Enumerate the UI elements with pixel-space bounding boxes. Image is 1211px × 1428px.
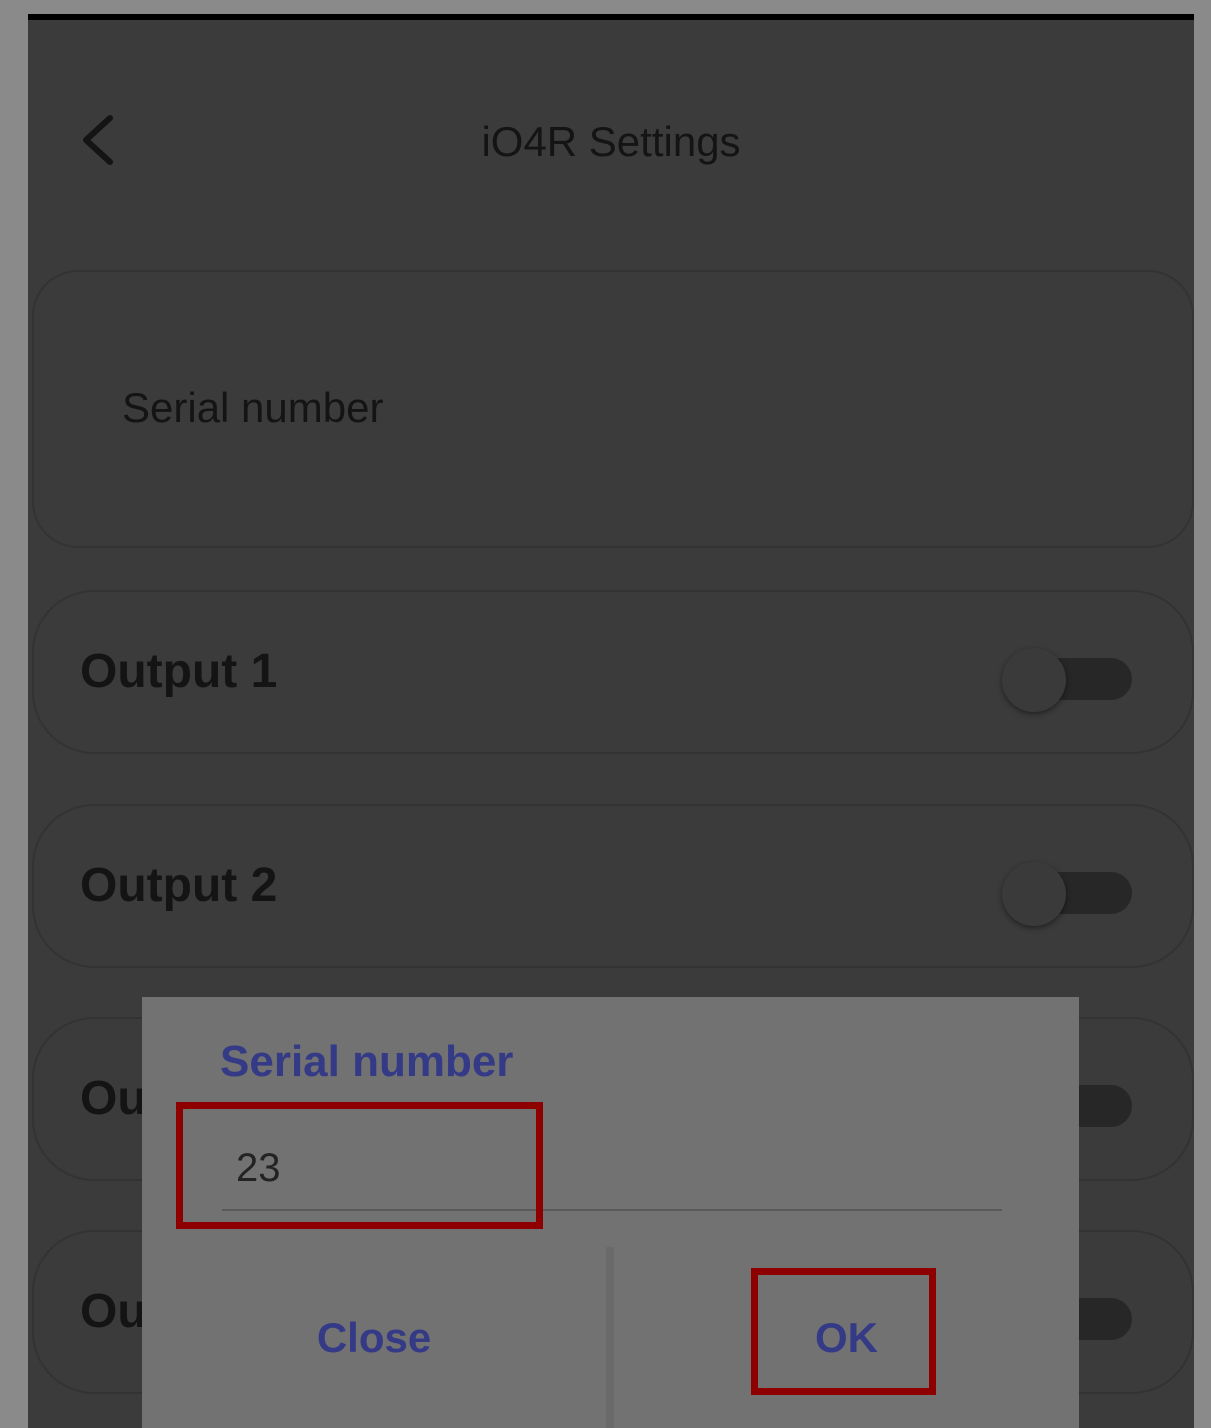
output-2-row: Output 2 xyxy=(32,804,1194,968)
output-2-label: Output 2 xyxy=(80,859,278,912)
toggle-knob xyxy=(1002,648,1066,712)
serial-number-label: Serial number xyxy=(122,384,384,431)
page-title: iO4R Settings xyxy=(481,118,741,165)
ok-button[interactable]: OK xyxy=(614,1247,1079,1428)
output-2-toggle[interactable] xyxy=(1002,862,1132,926)
serial-number-input[interactable] xyxy=(222,1127,1002,1211)
button-divider xyxy=(606,1247,614,1428)
output-3-label: Ou xyxy=(80,1072,147,1125)
output-4-label: Ou xyxy=(80,1285,147,1338)
dialog-title: Serial number xyxy=(220,1037,514,1086)
output-1-label: Output 1 xyxy=(80,645,278,698)
close-button[interactable]: Close xyxy=(142,1247,606,1428)
output-1-toggle[interactable] xyxy=(1002,648,1132,712)
toggle-knob xyxy=(1002,862,1066,926)
serial-number-dialog: Serial number Close OK xyxy=(142,997,1079,1428)
status-bar xyxy=(28,14,1194,20)
serial-number-card[interactable]: Serial number xyxy=(32,270,1194,548)
dialog-button-row: Close OK xyxy=(142,1247,1079,1428)
output-1-row: Output 1 xyxy=(32,590,1194,754)
device-frame: iO4R Settings Serial number Output 1 Out… xyxy=(0,0,1211,1428)
